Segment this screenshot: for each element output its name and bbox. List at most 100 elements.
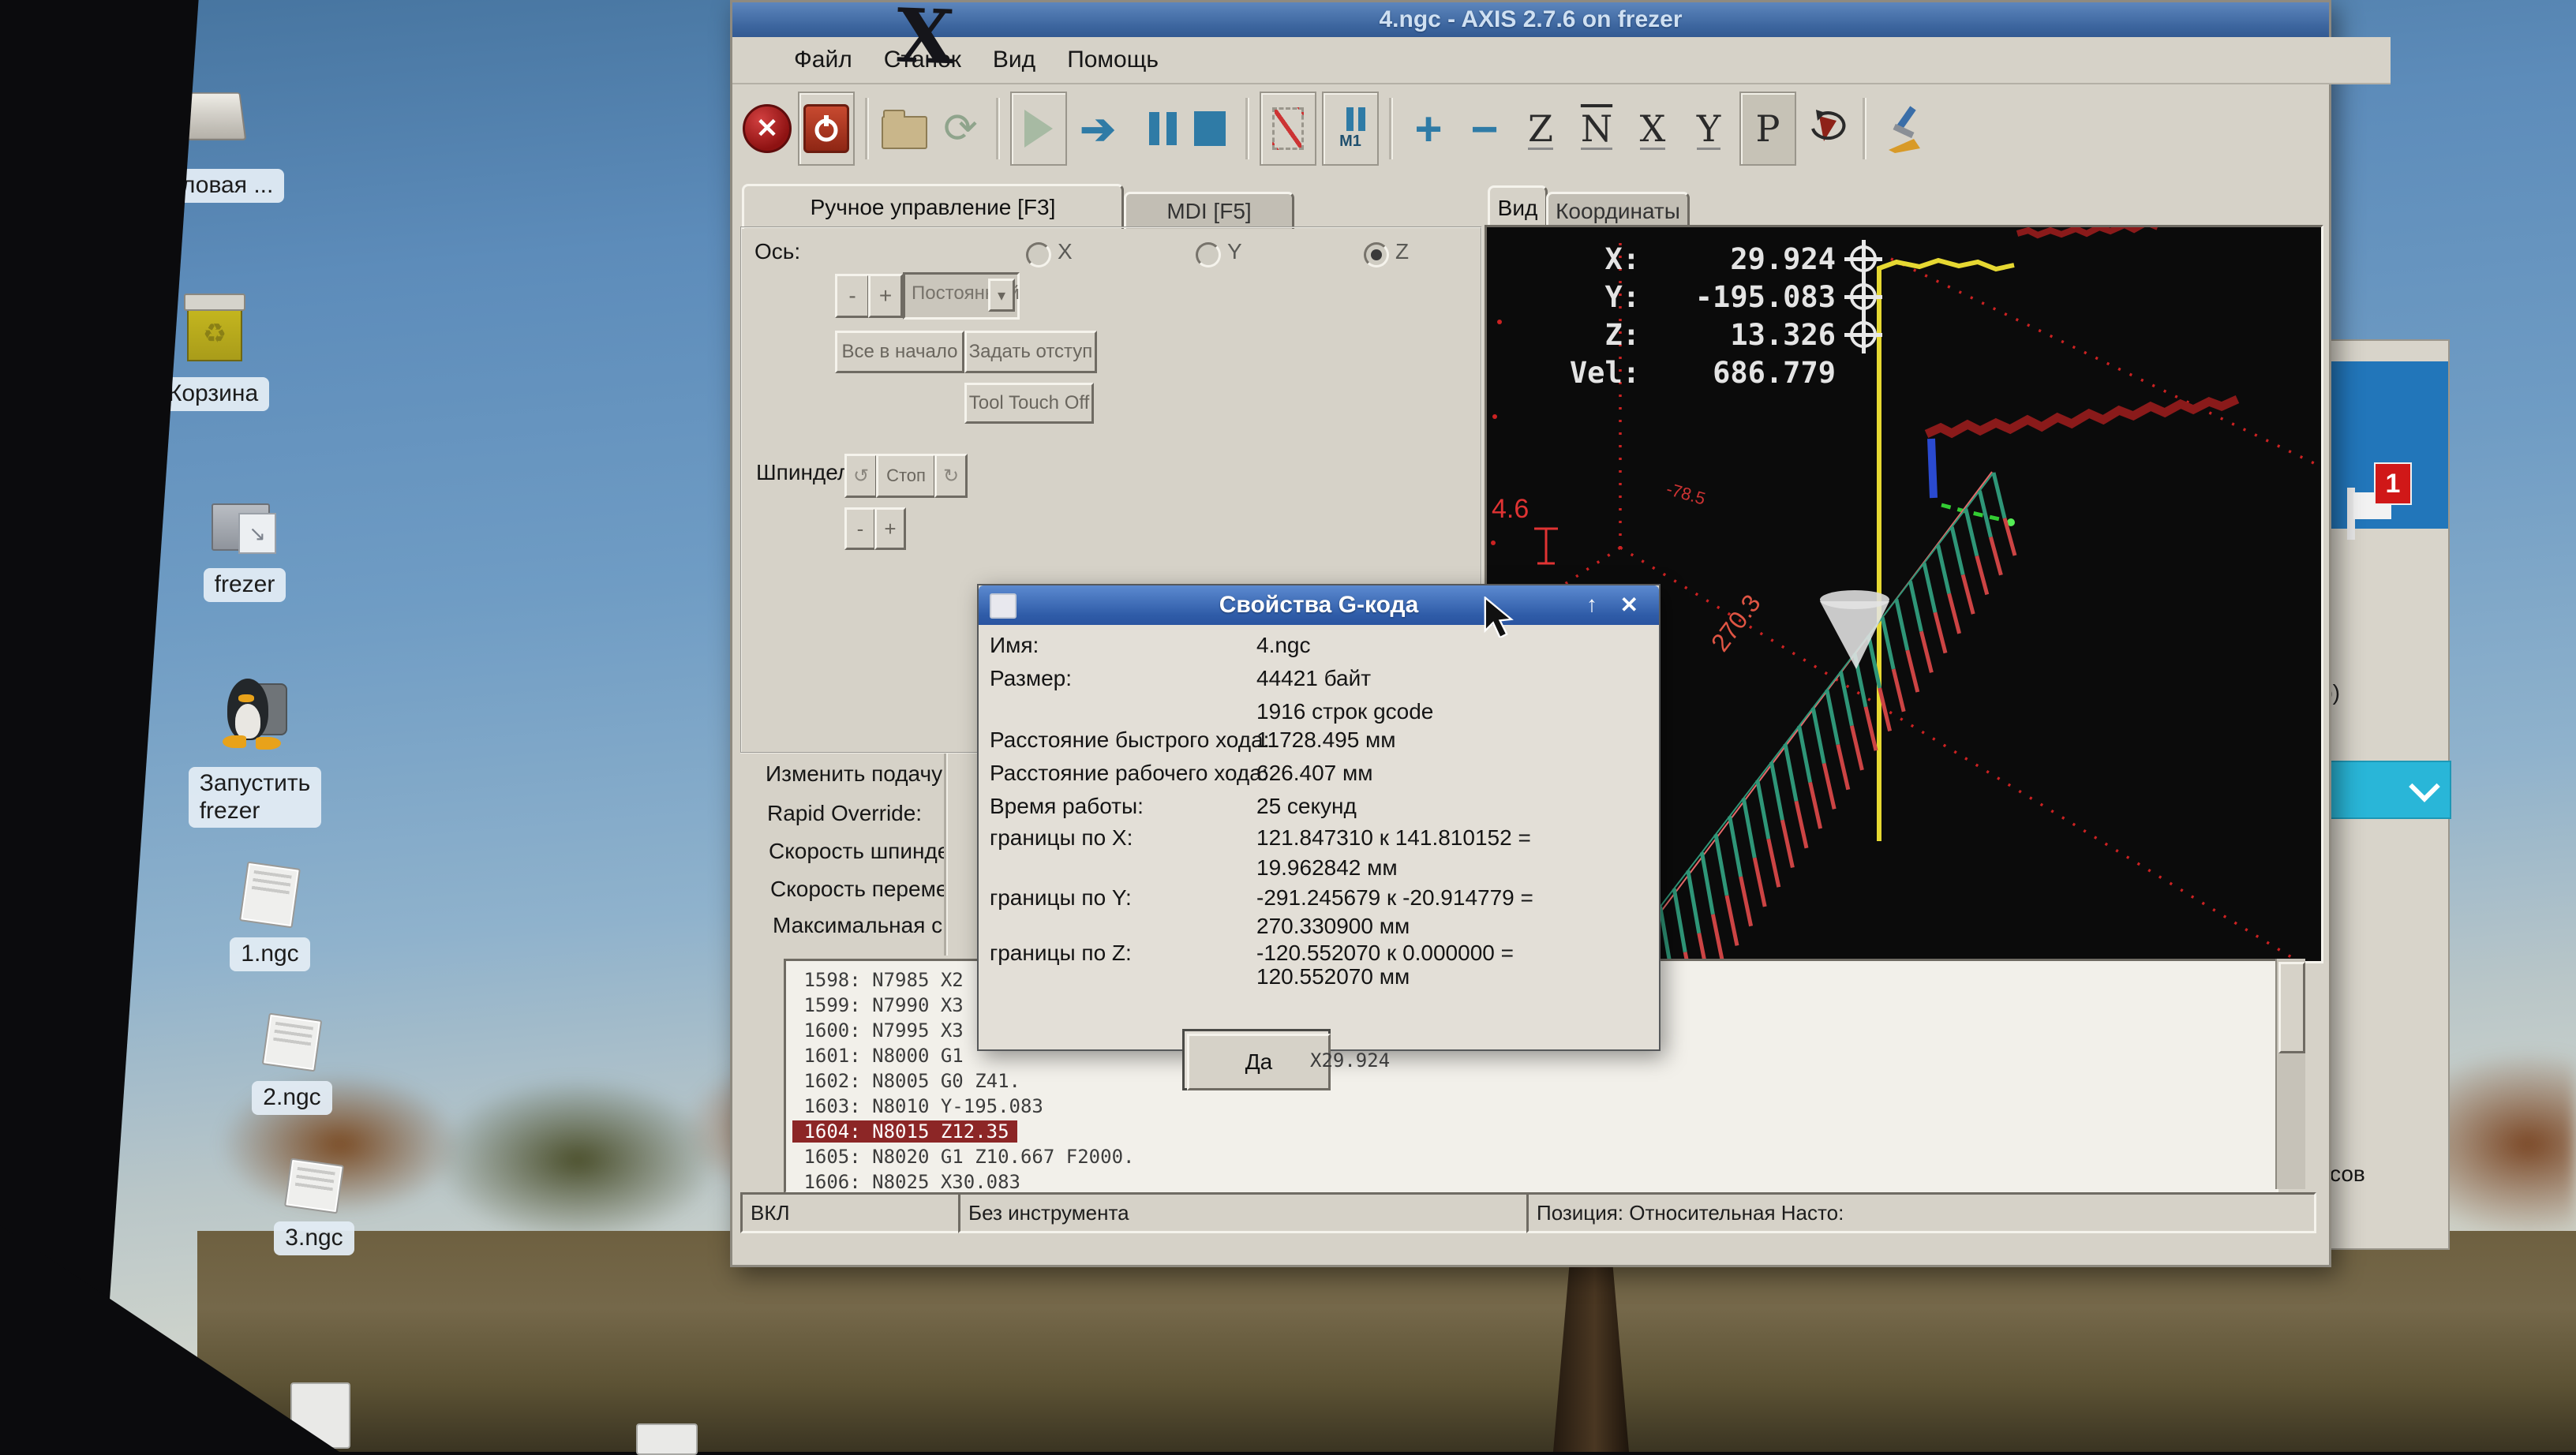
view-z2-button[interactable]: N — [1571, 95, 1622, 163]
spindle-ccw-button[interactable]: ↺ — [844, 454, 878, 498]
dro-vel-label: Vel: — [1545, 356, 1640, 390]
skip-lines-icon — [1272, 107, 1304, 150]
gcode-line-highlighted[interactable]: 1604: N8015 Z12.35 — [792, 1120, 1017, 1143]
jog-minus-button[interactable]: - — [835, 274, 870, 318]
combobox-arrow-icon[interactable]: ▾ — [988, 279, 1015, 312]
power-icon — [803, 104, 849, 153]
view-y-button[interactable]: Y — [1683, 95, 1734, 163]
run-from-line-button[interactable]: ➔ — [1073, 95, 1123, 163]
chevron-down-icon — [2409, 771, 2440, 802]
open-file-button[interactable] — [879, 95, 930, 163]
extent-label-y: 270.3 — [1705, 589, 1766, 657]
run-program-button[interactable] — [1010, 92, 1067, 166]
tab-manual-control[interactable]: Ручное управление [F3] — [742, 184, 1124, 229]
menu-view[interactable]: Вид — [993, 47, 1035, 73]
radio-axis-z[interactable] — [1364, 242, 1389, 267]
menu-bar: Файл Станок Вид Помощь — [732, 37, 2391, 84]
radio-axis-y[interactable] — [1196, 242, 1221, 267]
desktop-icon-launch-frezer[interactable]: Запустить frezer — [172, 677, 338, 828]
dro-x-value: 29.924 — [1640, 242, 1836, 276]
toolbar: ✕ ⟳ ➔ M1 + − Z N X Y P — [732, 84, 2338, 173]
status-position: Позиция: Относительная Насто: — [1526, 1192, 2316, 1233]
scrollbar-thumb[interactable] — [2278, 962, 2305, 1053]
jog-mode-combobox[interactable]: Постоянный ▾ — [903, 272, 1020, 320]
gcode-line[interactable]: 1601: N8000 G1 — [792, 1045, 964, 1067]
dialog-icon — [990, 593, 1017, 619]
view-perspective-button[interactable]: P — [1739, 92, 1796, 166]
close-icon[interactable]: ✕ — [1620, 592, 1638, 618]
zoom-in-button[interactable]: + — [1403, 95, 1454, 163]
view-z-button[interactable]: Z — [1515, 95, 1566, 163]
pause-button[interactable] — [1129, 95, 1179, 163]
ok-button[interactable]: Да — [1187, 1034, 1331, 1090]
dialog-row-value: -120.552070 к 0.000000 = — [1256, 941, 1514, 966]
optional-stop-button[interactable]: M1 — [1322, 92, 1379, 166]
step-arrow-icon: ➔ — [1080, 104, 1115, 154]
dialog-titlebar[interactable]: Свойства G-кода ↑ ✕ — [979, 585, 1659, 625]
dro-y-label: Y: — [1545, 280, 1640, 314]
menu-help[interactable]: Помощь — [1067, 47, 1159, 73]
stop-button[interactable] — [1185, 95, 1235, 163]
view-x-button[interactable]: X — [1627, 95, 1678, 163]
radio-axis-x[interactable] — [1026, 242, 1051, 267]
rapid-path-top — [2017, 227, 2158, 235]
gcode-scrollbar[interactable] — [2275, 959, 2305, 1189]
gcode-line[interactable]: 1605: N8020 G1 Z10.667 F2000. — [792, 1146, 1134, 1168]
spindle-cw-button[interactable]: ↻ — [934, 454, 968, 498]
dro-y-value: -195.083 — [1640, 280, 1836, 314]
dro-z-label: Z: — [1545, 318, 1640, 352]
machine-power-button[interactable] — [798, 92, 855, 166]
dialog-row-label: границы по Z: — [990, 941, 1132, 966]
dropdown-button[interactable] — [2316, 761, 2451, 819]
estop-button[interactable]: ✕ — [742, 95, 792, 163]
gcode-line[interactable]: 1599: N7990 X3 — [792, 994, 964, 1016]
jog-plus-button[interactable]: + — [868, 274, 903, 318]
dialog-row-value: 626.407 мм — [1256, 761, 1373, 786]
dialog-row-value: 11728.495 мм — [1256, 728, 1396, 753]
spindle-stop-button[interactable]: Стоп — [876, 454, 936, 498]
broom-icon — [1879, 104, 1925, 153]
gcode-file-icon — [262, 1013, 323, 1072]
touch-off-button[interactable]: Задать отступ — [964, 331, 1097, 373]
dialog-row-value: 270.330900 мм — [1256, 914, 1410, 939]
spindle-slower-button[interactable]: - — [844, 507, 876, 550]
skip-lines-button[interactable] — [1260, 92, 1316, 166]
gcode-line[interactable]: 1598: N7985 X2 — [792, 969, 964, 991]
desktop-icon-file-3[interactable]: 3.ngc — [251, 1161, 377, 1255]
mouse-cursor — [1484, 597, 1518, 638]
dialog-row-label: Расстояние быстрого хода: — [990, 728, 1269, 753]
spindle-faster-button[interactable]: + — [874, 507, 906, 550]
gcode-line[interactable]: 1602: N8005 G0 Z41. — [792, 1070, 1020, 1092]
toolbar-separator — [1863, 98, 1866, 159]
tab-preview[interactable]: Вид — [1488, 185, 1548, 229]
jog-speed-label: Скорость перемец — [770, 877, 945, 902]
dro-readout: X:29.924 Y:-195.083 Z:13.326 Vel:686.779 — [1545, 240, 1877, 391]
gcode-line[interactable]: 1603: N8010 Y-195.083 — [792, 1095, 1043, 1117]
maximize-icon[interactable]: ↑ — [1586, 592, 1597, 617]
desktop-icon-file-1[interactable]: 1.ngc — [207, 865, 333, 971]
desktop-icon-partial[interactable] — [636, 1423, 698, 1455]
dro-vel-value: 686.779 — [1640, 356, 1836, 390]
gcode-file-icon — [239, 862, 301, 929]
menu-file[interactable]: Файл — [794, 47, 852, 73]
dro-x-label: X: — [1545, 242, 1640, 276]
clear-plot-button[interactable] — [1877, 95, 1927, 163]
dialog-row-value: 19.962842 мм — [1256, 855, 1398, 881]
toolbar-separator — [1389, 98, 1393, 159]
zoom-out-button[interactable]: − — [1459, 95, 1510, 163]
home-all-button[interactable]: Все в начало — [835, 331, 964, 373]
folder-icon: ↘ — [212, 499, 278, 551]
dialog-title: Свойства G-кода — [1219, 592, 1419, 619]
gcode-line[interactable]: 1600: N7995 X3 — [792, 1019, 964, 1042]
gcode-line[interactable]: 1606: N8025 X30.083 — [792, 1171, 1020, 1193]
tab-dro[interactable]: Координаты — [1546, 192, 1690, 229]
spindle-cw-icon: ↻ — [943, 465, 959, 488]
window-titlebar[interactable]: 4.ngc - AXIS 2.7.6 on frezer — [732, 2, 2329, 37]
stop-icon — [1194, 111, 1226, 146]
reload-button[interactable]: ⟳ — [935, 95, 986, 163]
tab-mdi[interactable]: MDI [F5] — [1124, 192, 1294, 229]
desktop-icon-file-2[interactable]: 2.ngc — [229, 1016, 355, 1115]
desktop-icon-folder-frezer[interactable]: ↘ frezer — [166, 499, 324, 602]
rotate-view-button[interactable] — [1802, 95, 1852, 163]
tool-touch-off-button[interactable]: Tool Touch Off — [964, 383, 1094, 424]
